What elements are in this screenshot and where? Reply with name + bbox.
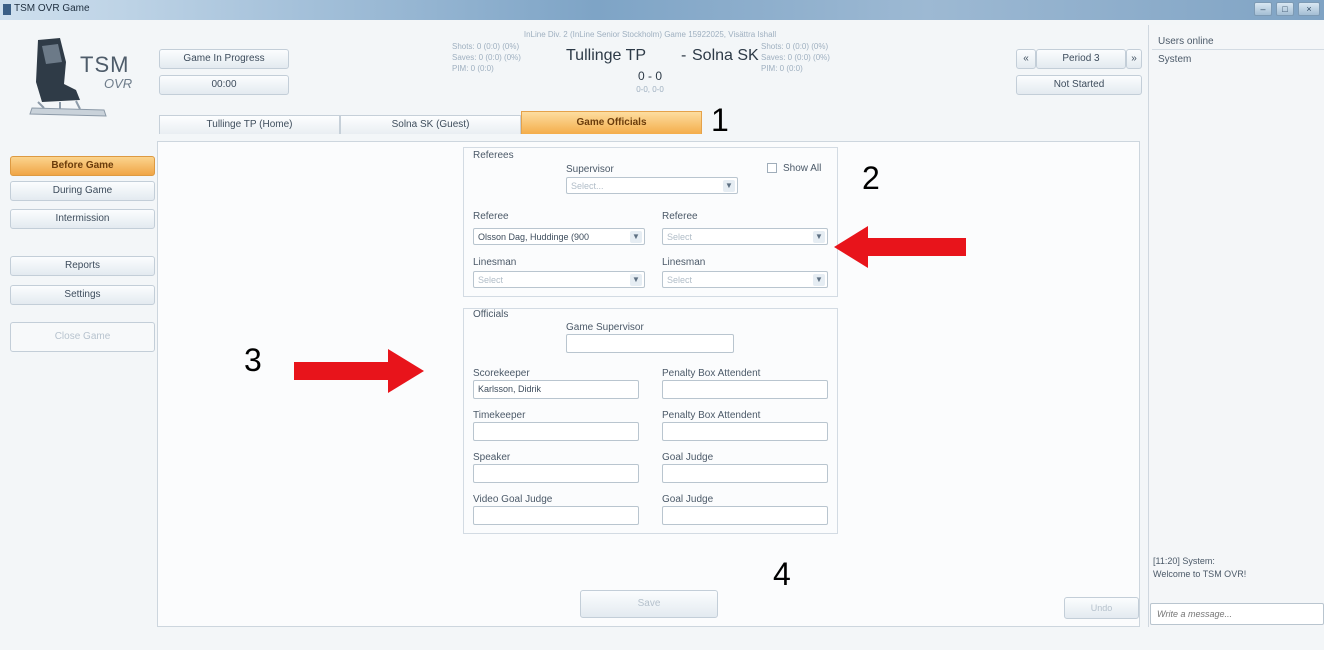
sidebar-item-intermission[interactable]: Intermission xyxy=(10,209,155,229)
chat-log-line: Welcome to TSM OVR! xyxy=(1153,569,1247,579)
close-game-button[interactable]: Close Game xyxy=(10,322,155,352)
annotation-number: 1 xyxy=(711,102,729,138)
goal-judge1-label: Goal Judge xyxy=(662,452,714,463)
show-all-checkbox[interactable] xyxy=(767,163,777,173)
period-status: Not Started xyxy=(1016,75,1142,95)
referee1-select-value: Olsson Dag, Huddinge (900 xyxy=(478,232,590,242)
away-saves: Saves: 0 (0:0) (0%) xyxy=(761,53,830,62)
speaker-field[interactable] xyxy=(473,464,639,483)
linesman1-select-value: Select xyxy=(478,275,504,285)
supervisor-label: Supervisor xyxy=(566,164,614,175)
period-prev-button[interactable]: « xyxy=(1016,49,1036,69)
tab-home-team[interactable]: Tullinge TP (Home) xyxy=(159,115,340,134)
goal-judge1-field[interactable] xyxy=(662,464,828,483)
tab-game-officials[interactable]: Game Officials xyxy=(521,111,702,134)
away-team-name: Solna SK xyxy=(692,47,759,64)
chevron-down-icon: ▼ xyxy=(630,231,642,243)
chevron-down-icon: ▼ xyxy=(813,231,825,243)
referee2-select-value: Select xyxy=(667,232,693,242)
close-button[interactable]: × xyxy=(1298,2,1320,16)
scorekeeper-field[interactable]: Karlsson, Didrik xyxy=(473,380,639,399)
referee1-select[interactable]: Olsson Dag, Huddinge (900 ▼ xyxy=(473,228,645,245)
chevron-down-icon: ▼ xyxy=(813,274,825,286)
linesman2-select-value: Select xyxy=(667,275,693,285)
logo-text: TSM xyxy=(80,52,130,77)
supervisor-select[interactable]: Select... ▼ xyxy=(566,177,738,194)
minimize-button[interactable]: – xyxy=(1254,2,1272,16)
pba1-field[interactable] xyxy=(662,380,828,399)
chevron-down-icon: ▼ xyxy=(723,180,735,192)
timekeeper-label: Timekeeper xyxy=(473,410,526,421)
show-all-label: Show All xyxy=(783,163,822,174)
home-saves: Saves: 0 (0:0) (0%) xyxy=(452,53,521,62)
app-logo: TSM OVR xyxy=(20,32,150,132)
officials-group-label: Officials xyxy=(473,309,509,320)
home-pim: PIM: 0 (0:0) xyxy=(452,64,494,73)
team-separator: - xyxy=(681,47,687,64)
logo-subtext: OVR xyxy=(104,76,133,91)
undo-button[interactable]: Undo xyxy=(1064,597,1139,619)
supervisor-select-value: Select... xyxy=(571,181,604,191)
goal-judge2-label: Goal Judge xyxy=(662,494,714,505)
linesman1-select[interactable]: Select ▼ xyxy=(473,271,645,288)
pba1-label: Penalty Box Attendent xyxy=(662,368,761,379)
pba2-field[interactable] xyxy=(662,422,828,441)
period-scores: 0-0, 0-0 xyxy=(636,85,664,94)
game-supervisor-label: Game Supervisor xyxy=(566,322,644,333)
game-subtitle: InLine Div. 2 (InLine Senior Stockholm) … xyxy=(523,30,777,39)
sidebar-item-reports[interactable]: Reports xyxy=(10,256,155,276)
home-team-name: Tullinge TP xyxy=(566,47,647,64)
linesman1-label: Linesman xyxy=(473,257,517,268)
save-button[interactable]: Save xyxy=(580,590,718,618)
red-arrow-right-head xyxy=(388,349,424,393)
window-title-bar: TSM OVR Game – □ × xyxy=(0,0,1324,20)
maximize-button[interactable]: □ xyxy=(1276,2,1294,16)
tab-guest-team[interactable]: Solna SK (Guest) xyxy=(340,115,521,134)
timekeeper-field[interactable] xyxy=(473,422,639,441)
referee2-label: Referee xyxy=(662,211,698,222)
users-online-header: Users online xyxy=(1152,34,1324,50)
game-status-button[interactable]: Game In Progress xyxy=(159,49,289,69)
chat-panel xyxy=(1148,25,1324,627)
red-arrow-left-head xyxy=(834,226,868,268)
game-clock[interactable]: 00:00 xyxy=(159,75,289,95)
away-pim: PIM: 0 (0:0) xyxy=(761,64,803,73)
chat-log-line: [11:20] System: xyxy=(1153,556,1215,566)
user-item[interactable]: System xyxy=(1158,54,1191,65)
period-next-button[interactable]: » xyxy=(1126,49,1142,69)
pba2-label: Penalty Box Attendent xyxy=(662,410,761,421)
linesman2-select[interactable]: Select ▼ xyxy=(662,271,828,288)
score: 0 - 0 xyxy=(637,69,662,83)
goal-judge2-field[interactable] xyxy=(662,506,828,525)
video-goal-judge-field[interactable] xyxy=(473,506,639,525)
window-title: TSM OVR Game xyxy=(14,3,90,14)
users-online-label: Users online xyxy=(1158,36,1214,47)
chevron-down-icon: ▼ xyxy=(630,274,642,286)
referees-group-label: Referees xyxy=(473,150,514,161)
annotation-number: 2 xyxy=(862,160,880,196)
referee2-select[interactable]: Select ▼ xyxy=(662,228,828,245)
scorekeeper-label: Scorekeeper xyxy=(473,368,530,379)
home-shots: Shots: 0 (0:0) (0%) xyxy=(452,42,520,51)
video-goal-judge-label: Video Goal Judge xyxy=(473,494,553,505)
sidebar-item-settings[interactable]: Settings xyxy=(10,285,155,305)
app-icon xyxy=(3,4,11,15)
referee1-label: Referee xyxy=(473,211,509,222)
game-supervisor-field[interactable] xyxy=(566,334,734,353)
red-arrow-left xyxy=(866,238,966,256)
linesman2-label: Linesman xyxy=(662,257,706,268)
away-shots: Shots: 0 (0:0) (0%) xyxy=(761,42,829,51)
period-label[interactable]: Period 3 xyxy=(1036,49,1126,69)
red-arrow-right xyxy=(294,362,390,380)
sidebar-item-before-game[interactable]: Before Game xyxy=(10,156,155,176)
sidebar-item-during-game[interactable]: During Game xyxy=(10,181,155,201)
chat-message-input[interactable] xyxy=(1150,603,1324,625)
speaker-label: Speaker xyxy=(473,452,511,463)
annotation-number: 3 xyxy=(244,342,262,378)
annotation-number: 4 xyxy=(773,556,791,592)
